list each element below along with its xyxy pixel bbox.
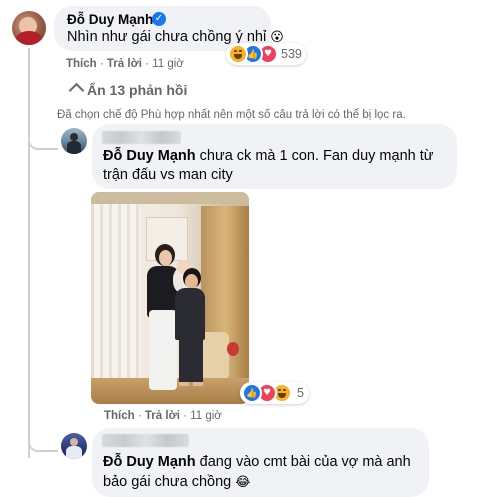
reply1-reaction-count: 5: [297, 386, 304, 400]
reply1-text-line2: trận đấu vs man city: [103, 167, 233, 183]
comment1-reply-button[interactable]: Trả lời: [107, 58, 142, 70]
reply1-time[interactable]: 11 giờ: [190, 410, 222, 422]
reply1-reactions[interactable]: 👍 ♥ 5: [240, 382, 309, 404]
reply1-actions: Thích · Trả lời · 11 giờ: [104, 410, 222, 422]
reply1-photo[interactable]: [91, 192, 249, 404]
hide-replies-arrow-icon: [68, 82, 85, 99]
comment1-actions: Thích · Trả lời · 11 giờ: [66, 58, 184, 70]
verified-badge-icon: ✓: [152, 12, 166, 26]
reply2-tagged-blurred: [102, 434, 189, 447]
reply1-author[interactable]: Đỗ Duy Mạnh: [103, 148, 196, 164]
reply-connector: [28, 430, 58, 452]
reply2-emoji: 😂: [235, 474, 251, 489]
reply1-text: Đỗ Duy Mạnh chưa ck mà 1 con. Fan duy mạ…: [103, 146, 433, 166]
reply2-text: Đỗ Duy Mạnh đang vào cmt bài của vợ mà a…: [103, 452, 411, 472]
comment1-like-button[interactable]: Thích: [66, 58, 97, 70]
reply-connector: [28, 130, 58, 150]
hide-replies-button[interactable]: Ẩn 13 phản hồi: [68, 82, 188, 99]
thread-line-branch: [28, 75, 76, 77]
comment1-emoji: 😮: [270, 29, 284, 44]
reply2-avatar[interactable]: [61, 433, 87, 459]
haha-reaction-icon: [228, 44, 248, 64]
reply2-text-line2-content: bảo gái chưa chồng: [103, 474, 232, 490]
reply1-tagged-blurred: [102, 131, 181, 144]
comment1-author[interactable]: Đỗ Duy Mạnh: [67, 12, 153, 27]
reply1-reply-button[interactable]: Trả lời: [145, 410, 180, 422]
like-reaction-icon: 👍: [242, 383, 262, 403]
reply1-avatar[interactable]: [61, 128, 87, 154]
comment1-reactions[interactable]: 👍 ♥ 539: [226, 43, 306, 65]
dot-separator: ·: [183, 410, 187, 422]
comment1-avatar[interactable]: [12, 11, 46, 45]
reply2-author[interactable]: Đỗ Duy Mạnh: [103, 454, 196, 470]
reply2-text-line1: đang vào cmt bài của vợ mà anh: [199, 454, 411, 470]
comment1-time[interactable]: 11 giờ: [152, 58, 184, 70]
reply2-text-line2: bảo gái chưa chồng 😂: [103, 472, 250, 492]
hide-replies-label: Ẩn 13 phản hồi: [87, 82, 188, 98]
dot-separator: ·: [145, 58, 149, 70]
comment1-reaction-count: 539: [281, 47, 302, 61]
filter-notice: Đã chọn chế độ Phù hợp nhất nên một số c…: [57, 109, 406, 121]
dot-separator: ·: [137, 410, 142, 422]
reply1-like-button[interactable]: Thích: [104, 410, 135, 422]
reply1-text-line1: chưa ck mà 1 con. Fan duy mạnh từ: [199, 148, 434, 164]
thread-line: [28, 48, 30, 458]
dot-separator: ·: [99, 58, 104, 70]
